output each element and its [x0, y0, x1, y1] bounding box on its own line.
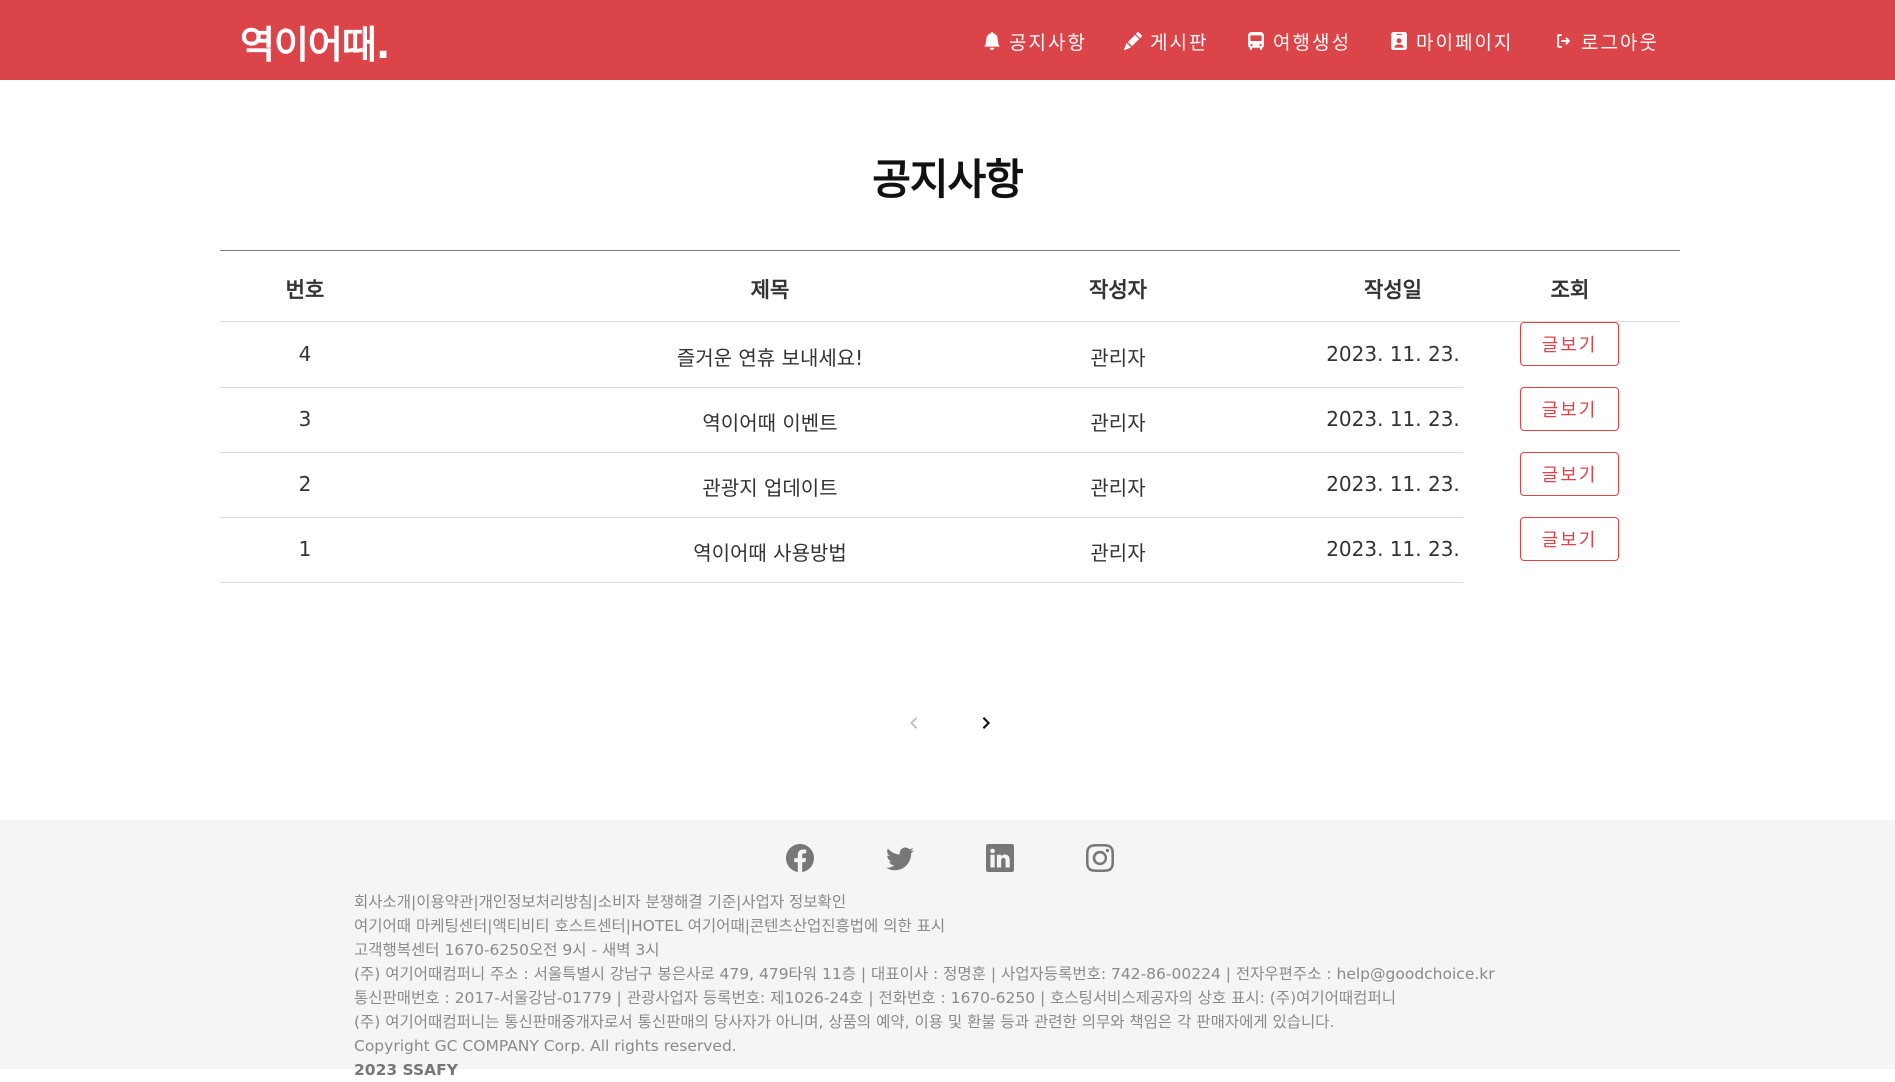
twitter-link[interactable] — [886, 844, 914, 872]
cell-title: 역이어때 이벤트 — [702, 411, 838, 435]
bell-icon — [984, 32, 1000, 50]
cell-author: 관리자 — [1090, 476, 1146, 500]
facebook-link[interactable] — [785, 843, 814, 873]
nav-item-mypage[interactable]: 마이페이지 — [1390, 26, 1513, 56]
footer-links: 회사소개|이용약관|개인정보처리방침|소비자 분쟁해결 기준|사업자 정보확인 — [354, 890, 1654, 914]
footer-link-about[interactable]: 회사소개 — [354, 893, 411, 911]
footer-ssafy: 2023 SSAFY — [354, 1061, 458, 1079]
nav-item-label: 마이페이지 — [1416, 31, 1514, 54]
nav-item-label: 여행생성 — [1273, 31, 1351, 54]
instagram-icon — [1086, 844, 1114, 872]
footer-link-dispute[interactable]: 소비자 분쟁해결 기준 — [598, 893, 736, 911]
top-navbar: 역이어때. 공지사항 게시판 여행생성 마이페이지 로그아웃 — [0, 0, 1895, 80]
header-author: 작성자 — [1089, 278, 1147, 302]
facebook-icon — [785, 843, 814, 873]
footer-line: 여기어때 마케팅센터|액티비티 호스트센터|HOTEL 여기어때|콘텐츠산업진흥… — [354, 917, 946, 935]
chevron-left-icon — [910, 717, 918, 729]
view-post-button[interactable]: 글보기 — [1520, 387, 1619, 431]
page-title: 공지사항 — [872, 155, 1024, 204]
linkedin-link[interactable] — [986, 844, 1014, 872]
nav-item-label: 게시판 — [1150, 31, 1209, 54]
logout-icon — [1557, 34, 1571, 48]
instagram-link[interactable] — [1086, 844, 1114, 872]
twitter-icon — [886, 847, 914, 871]
prev-page-button[interactable] — [899, 708, 929, 738]
bus-icon — [1248, 32, 1264, 50]
cell-number: 3 — [298, 407, 312, 431]
cell-date: 2023. 11. 23. — [1326, 342, 1460, 366]
footer-info: 회사소개|이용약관|개인정보처리방침|소비자 분쟁해결 기준|사업자 정보확인 … — [354, 890, 1654, 1082]
linkedin-icon — [986, 844, 1014, 872]
view-post-button[interactable]: 글보기 — [1520, 517, 1619, 561]
cell-author: 관리자 — [1090, 541, 1146, 565]
nav-item-label: 공지사항 — [1009, 31, 1087, 54]
header-title: 제목 — [750, 278, 790, 302]
footer-line: (주) 여기어때컴퍼니는 통신판매중개자로서 통신판매의 당사자가 아니며, 상… — [354, 1013, 1335, 1031]
copyright: Copyright GC COMPANY Corp. All rights re… — [354, 1037, 737, 1055]
nav-item-board[interactable]: 게시판 — [1124, 26, 1208, 56]
table-header: 번호 제목 작성자 작성일 조회 — [220, 250, 1680, 322]
header-views: 조회 — [1550, 278, 1590, 302]
site-footer: 회사소개|이용약관|개인정보처리방침|소비자 분쟁해결 기준|사업자 정보확인 … — [0, 820, 1895, 1079]
pencil-icon — [1124, 32, 1142, 50]
cell-date: 2023. 11. 23. — [1326, 537, 1460, 561]
footer-line: 고객행복센터 1670-6250오전 9시 - 새벽 3시 — [354, 941, 660, 959]
next-page-button[interactable] — [971, 708, 1001, 738]
cell-title: 즐거운 연휴 보내세요! — [676, 346, 864, 370]
footer-link-privacy[interactable]: 개인정보처리방침 — [479, 893, 593, 911]
cell-number: 1 — [298, 537, 312, 561]
footer-link-business-info[interactable]: 사업자 정보확인 — [741, 893, 846, 911]
header-number: 번호 — [285, 278, 325, 302]
cell-date: 2023. 11. 23. — [1326, 407, 1460, 431]
view-post-button[interactable]: 글보기 — [1520, 452, 1619, 496]
footer-link-terms[interactable]: 이용약관 — [416, 893, 473, 911]
nav-item-logout[interactable]: 로그아웃 — [1555, 26, 1659, 56]
table-row: 2 관광지 업데이트 관리자 2023. 11. 23. — [220, 452, 1463, 518]
cell-number: 2 — [298, 472, 312, 496]
table-row: 4 즐거운 연휴 보내세요! 관리자 2023. 11. 23. — [220, 322, 1463, 388]
cell-author: 관리자 — [1090, 346, 1146, 370]
social-links — [0, 843, 1895, 874]
cell-author: 관리자 — [1090, 411, 1146, 435]
cell-date: 2023. 11. 23. — [1326, 472, 1460, 496]
user-badge-icon — [1391, 32, 1407, 50]
chevron-right-icon — [982, 717, 991, 729]
pagination — [0, 708, 1895, 738]
table-row: 3 역이어때 이벤트 관리자 2023. 11. 23. — [220, 387, 1463, 453]
cell-title: 관광지 업데이트 — [702, 476, 838, 500]
nav-item-notice[interactable]: 공지사항 — [983, 26, 1087, 56]
cell-number: 4 — [298, 342, 312, 366]
nav-item-label: 로그아웃 — [1581, 31, 1659, 54]
table-row: 1 역이어때 사용방법 관리자 2023. 11. 23. — [220, 517, 1463, 583]
nav-menu: 공지사항 게시판 여행생성 마이페이지 로그아웃 — [0, 26, 1895, 56]
view-post-button[interactable]: 글보기 — [1520, 322, 1619, 366]
footer-line: (주) 여기어때컴퍼니 주소 : 서울특별시 강남구 봉은사로 479, 479… — [354, 965, 1495, 983]
header-date: 작성일 — [1364, 278, 1422, 302]
footer-line: 통신판매번호 : 2017-서울강남-01779 | 관광사업자 등록번호: 제… — [354, 989, 1396, 1007]
cell-title: 역이어때 사용방법 — [693, 541, 847, 565]
nav-item-trip-create[interactable]: 여행생성 — [1247, 26, 1351, 56]
